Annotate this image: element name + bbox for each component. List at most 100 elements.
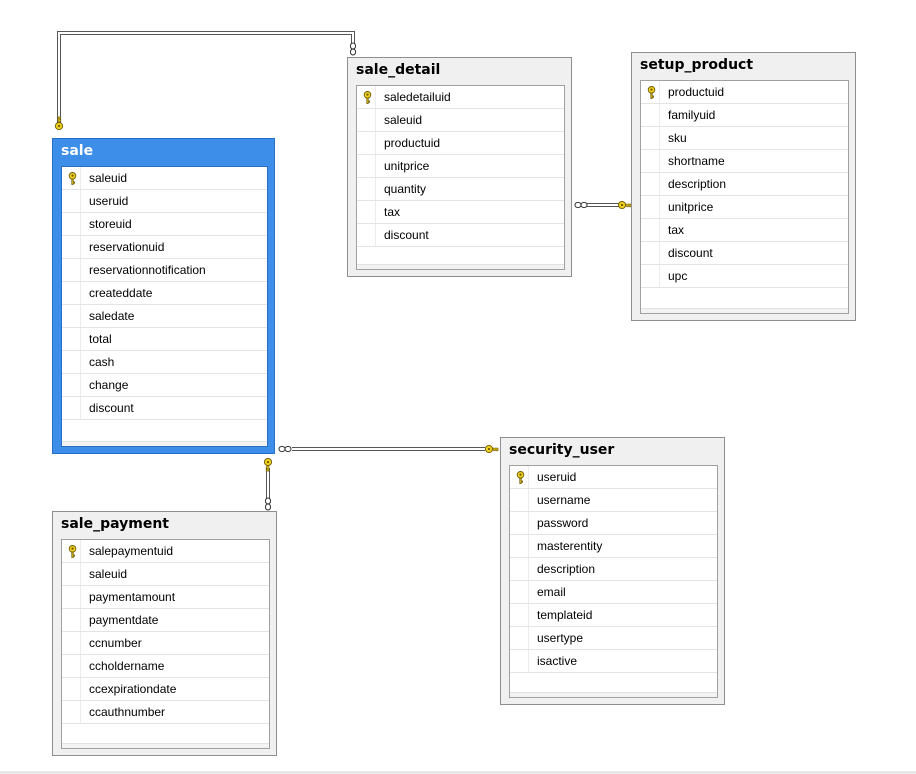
relationship-sale-detail-sale[interactable]	[57, 31, 355, 128]
row-selector[interactable]	[62, 397, 81, 419]
column-name: storeuid	[89, 217, 132, 231]
column-name: reservationnotification	[89, 263, 206, 277]
table-sale-detail[interactable]: sale_detail saledetailuid saleuid productui…	[347, 57, 572, 277]
column-row[interactable]: ccholdername	[62, 655, 269, 678]
row-selector[interactable]	[641, 196, 660, 218]
column-name: tax	[668, 223, 685, 237]
row-selector[interactable]	[641, 219, 660, 241]
column-row[interactable]: productuid	[357, 132, 564, 155]
row-selector[interactable]	[62, 609, 81, 631]
table-sale-payment[interactable]: sale_payment salepaymentuid saleuid payment…	[52, 511, 277, 756]
column-row[interactable]: salepaymentuid	[62, 540, 269, 563]
diagram-canvas[interactable]: sale saleuid useruid storeuid reservationuid…	[0, 0, 916, 774]
column-row[interactable]: upc	[641, 265, 848, 288]
column-row[interactable]: createddate	[62, 282, 267, 305]
row-selector[interactable]	[357, 109, 376, 131]
row-selector[interactable]	[357, 178, 376, 200]
row-selector[interactable]	[62, 305, 81, 327]
row-selector[interactable]	[357, 224, 376, 246]
column-row[interactable]: quantity	[357, 178, 564, 201]
table-setup-product[interactable]: setup_product productuid familyuid sku short…	[631, 52, 856, 321]
column-row[interactable]: paymentamount	[62, 586, 269, 609]
table-sale[interactable]: sale saleuid useruid storeuid reservationuid…	[52, 138, 275, 454]
column-row[interactable]: reservationuid	[62, 236, 267, 259]
column-row[interactable]: password	[510, 512, 717, 535]
row-selector[interactable]	[357, 132, 376, 154]
row-selector[interactable]	[510, 604, 529, 626]
column-row[interactable]: familyuid	[641, 104, 848, 127]
column-row[interactable]: saledetailuid	[357, 86, 564, 109]
column-row[interactable]: isactive	[510, 650, 717, 673]
column-name: saleuid	[384, 113, 423, 127]
row-selector[interactable]	[510, 512, 529, 534]
row-selector[interactable]	[62, 632, 81, 654]
column-row[interactable]: paymentdate	[62, 609, 269, 632]
row-selector[interactable]	[62, 190, 81, 212]
column-row[interactable]: description	[641, 173, 848, 196]
row-selector[interactable]	[62, 374, 81, 396]
column-row[interactable]: useruid	[62, 190, 267, 213]
row-selector[interactable]	[510, 489, 529, 511]
row-selector[interactable]	[62, 167, 81, 189]
row-selector[interactable]	[357, 201, 376, 223]
row-selector[interactable]	[510, 558, 529, 580]
row-selector[interactable]	[510, 650, 529, 672]
column-row[interactable]: saleuid	[62, 167, 267, 190]
table-security-user[interactable]: security_user useruid username password mast…	[500, 437, 725, 705]
column-row[interactable]: total	[62, 328, 267, 351]
row-selector[interactable]	[62, 563, 81, 585]
row-selector[interactable]	[62, 540, 81, 562]
row-selector[interactable]	[641, 242, 660, 264]
column-row[interactable]: ccnumber	[62, 632, 269, 655]
column-row[interactable]: unitprice	[641, 196, 848, 219]
row-selector[interactable]	[641, 173, 660, 195]
column-row[interactable]: masterentity	[510, 535, 717, 558]
column-row[interactable]: description	[510, 558, 717, 581]
row-selector[interactable]	[62, 701, 81, 723]
column-row[interactable]: saleuid	[357, 109, 564, 132]
column-row[interactable]: change	[62, 374, 267, 397]
column-row[interactable]: saledate	[62, 305, 267, 328]
column-row[interactable]: unitprice	[357, 155, 564, 178]
column-row[interactable]: sku	[641, 127, 848, 150]
column-row[interactable]: saleuid	[62, 563, 269, 586]
column-row[interactable]: email	[510, 581, 717, 604]
column-row[interactable]: discount	[357, 224, 564, 247]
row-selector[interactable]	[62, 328, 81, 350]
column-row[interactable]: cash	[62, 351, 267, 374]
column-row[interactable]: useruid	[510, 466, 717, 489]
row-selector[interactable]	[510, 466, 529, 488]
row-selector[interactable]	[510, 581, 529, 603]
row-selector[interactable]	[641, 150, 660, 172]
row-selector[interactable]	[62, 213, 81, 235]
row-selector[interactable]	[510, 535, 529, 557]
column-row[interactable]: reservationnotification	[62, 259, 267, 282]
column-row[interactable]: shortname	[641, 150, 848, 173]
column-row[interactable]: discount	[62, 397, 267, 420]
row-selector[interactable]	[62, 586, 81, 608]
column-row[interactable]: discount	[641, 242, 848, 265]
row-selector[interactable]	[62, 678, 81, 700]
column-row[interactable]: usertype	[510, 627, 717, 650]
row-selector[interactable]	[357, 155, 376, 177]
column-name: discount	[384, 228, 429, 242]
row-selector[interactable]	[641, 104, 660, 126]
column-row[interactable]: storeuid	[62, 213, 267, 236]
column-row[interactable]: productuid	[641, 81, 848, 104]
row-selector[interactable]	[641, 127, 660, 149]
row-selector[interactable]	[641, 265, 660, 287]
row-selector[interactable]	[62, 655, 81, 677]
row-selector[interactable]	[62, 351, 81, 373]
column-row[interactable]: ccexpirationdate	[62, 678, 269, 701]
column-row[interactable]: ccauthnumber	[62, 701, 269, 724]
row-selector[interactable]	[62, 282, 81, 304]
column-row[interactable]: tax	[357, 201, 564, 224]
row-selector[interactable]	[62, 259, 81, 281]
row-selector[interactable]	[62, 236, 81, 258]
column-row[interactable]: templateid	[510, 604, 717, 627]
column-row[interactable]: username	[510, 489, 717, 512]
row-selector[interactable]	[641, 81, 660, 103]
column-row[interactable]: tax	[641, 219, 848, 242]
row-selector[interactable]	[510, 627, 529, 649]
row-selector[interactable]	[357, 86, 376, 108]
